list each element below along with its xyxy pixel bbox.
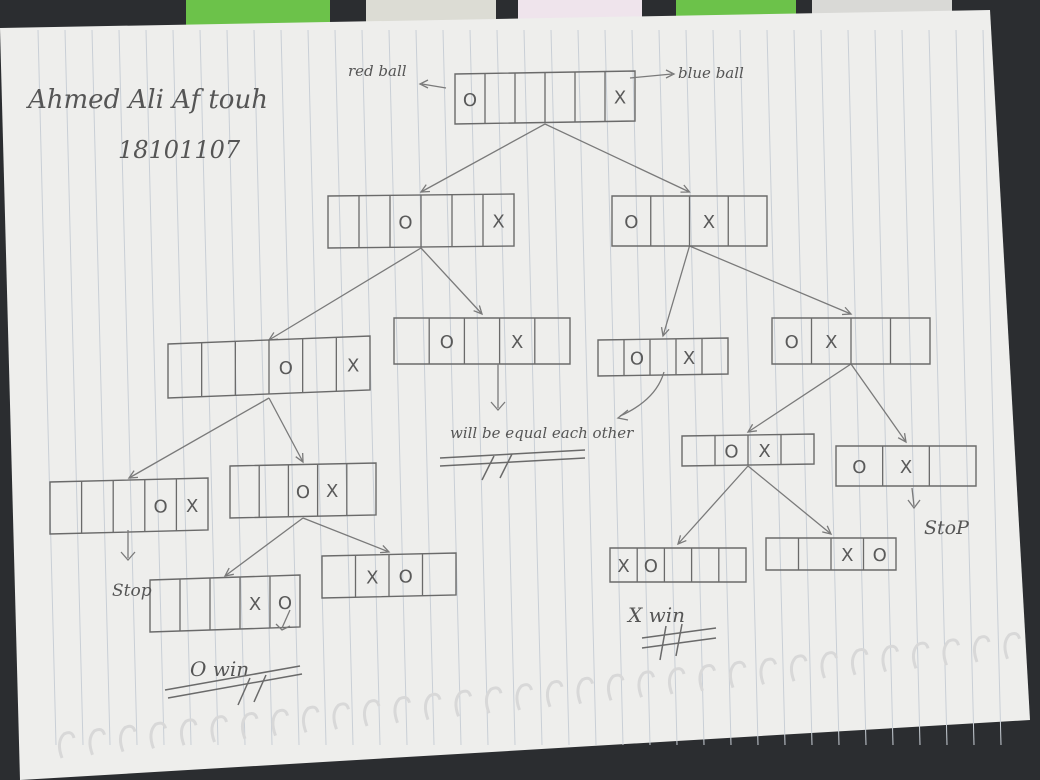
cell-mark: O (440, 332, 454, 353)
cell-mark: X (326, 481, 338, 502)
o-win-label: O win (190, 657, 249, 681)
stop-left-label: Stop (112, 581, 152, 601)
student-id: 18101107 (118, 136, 241, 164)
cell-mark: X (347, 355, 359, 376)
cell-mark: X (249, 594, 261, 615)
cell-mark: X (614, 88, 626, 109)
blue-ball-label: blue ball (678, 64, 744, 82)
cell-mark: X (511, 332, 523, 353)
cell-mark: X (683, 348, 695, 369)
cell-mark: O (154, 497, 168, 518)
cell-mark: X (900, 457, 912, 478)
cell-mark: O (624, 212, 638, 233)
cell-mark: X (825, 332, 837, 353)
cell-mark: O (399, 567, 413, 588)
cell-mark: O (644, 556, 658, 577)
cell-mark: O (463, 90, 477, 111)
cell-mark: O (785, 332, 799, 353)
cell-mark: O (398, 212, 412, 233)
notebook-paper (0, 10, 1030, 780)
cell-mark: X (617, 556, 629, 577)
stop-right-label: StoP (924, 517, 970, 539)
author-name: Ahmed Ali Af touh (26, 85, 268, 115)
cell-mark: O (724, 442, 738, 463)
cell-mark: X (703, 212, 715, 233)
cell-mark: X (841, 545, 853, 566)
cell-mark: O (296, 482, 310, 503)
cell-mark: O (873, 545, 887, 566)
cell-mark: O (630, 349, 644, 370)
cell-mark: O (279, 358, 293, 379)
cell-mark: X (186, 496, 198, 517)
x-win-label: X win (626, 603, 685, 627)
cell-mark: X (492, 211, 504, 232)
cell-mark: X (366, 567, 378, 588)
red-ball-label: red ball (348, 62, 407, 80)
cell-mark: X (758, 441, 770, 462)
equal-label: will be equal each other (450, 424, 634, 442)
cell-mark: O (852, 457, 866, 478)
game-tree-diagram: Ahmed Ali Af touh 18101107 red ball blue… (0, 10, 1030, 780)
